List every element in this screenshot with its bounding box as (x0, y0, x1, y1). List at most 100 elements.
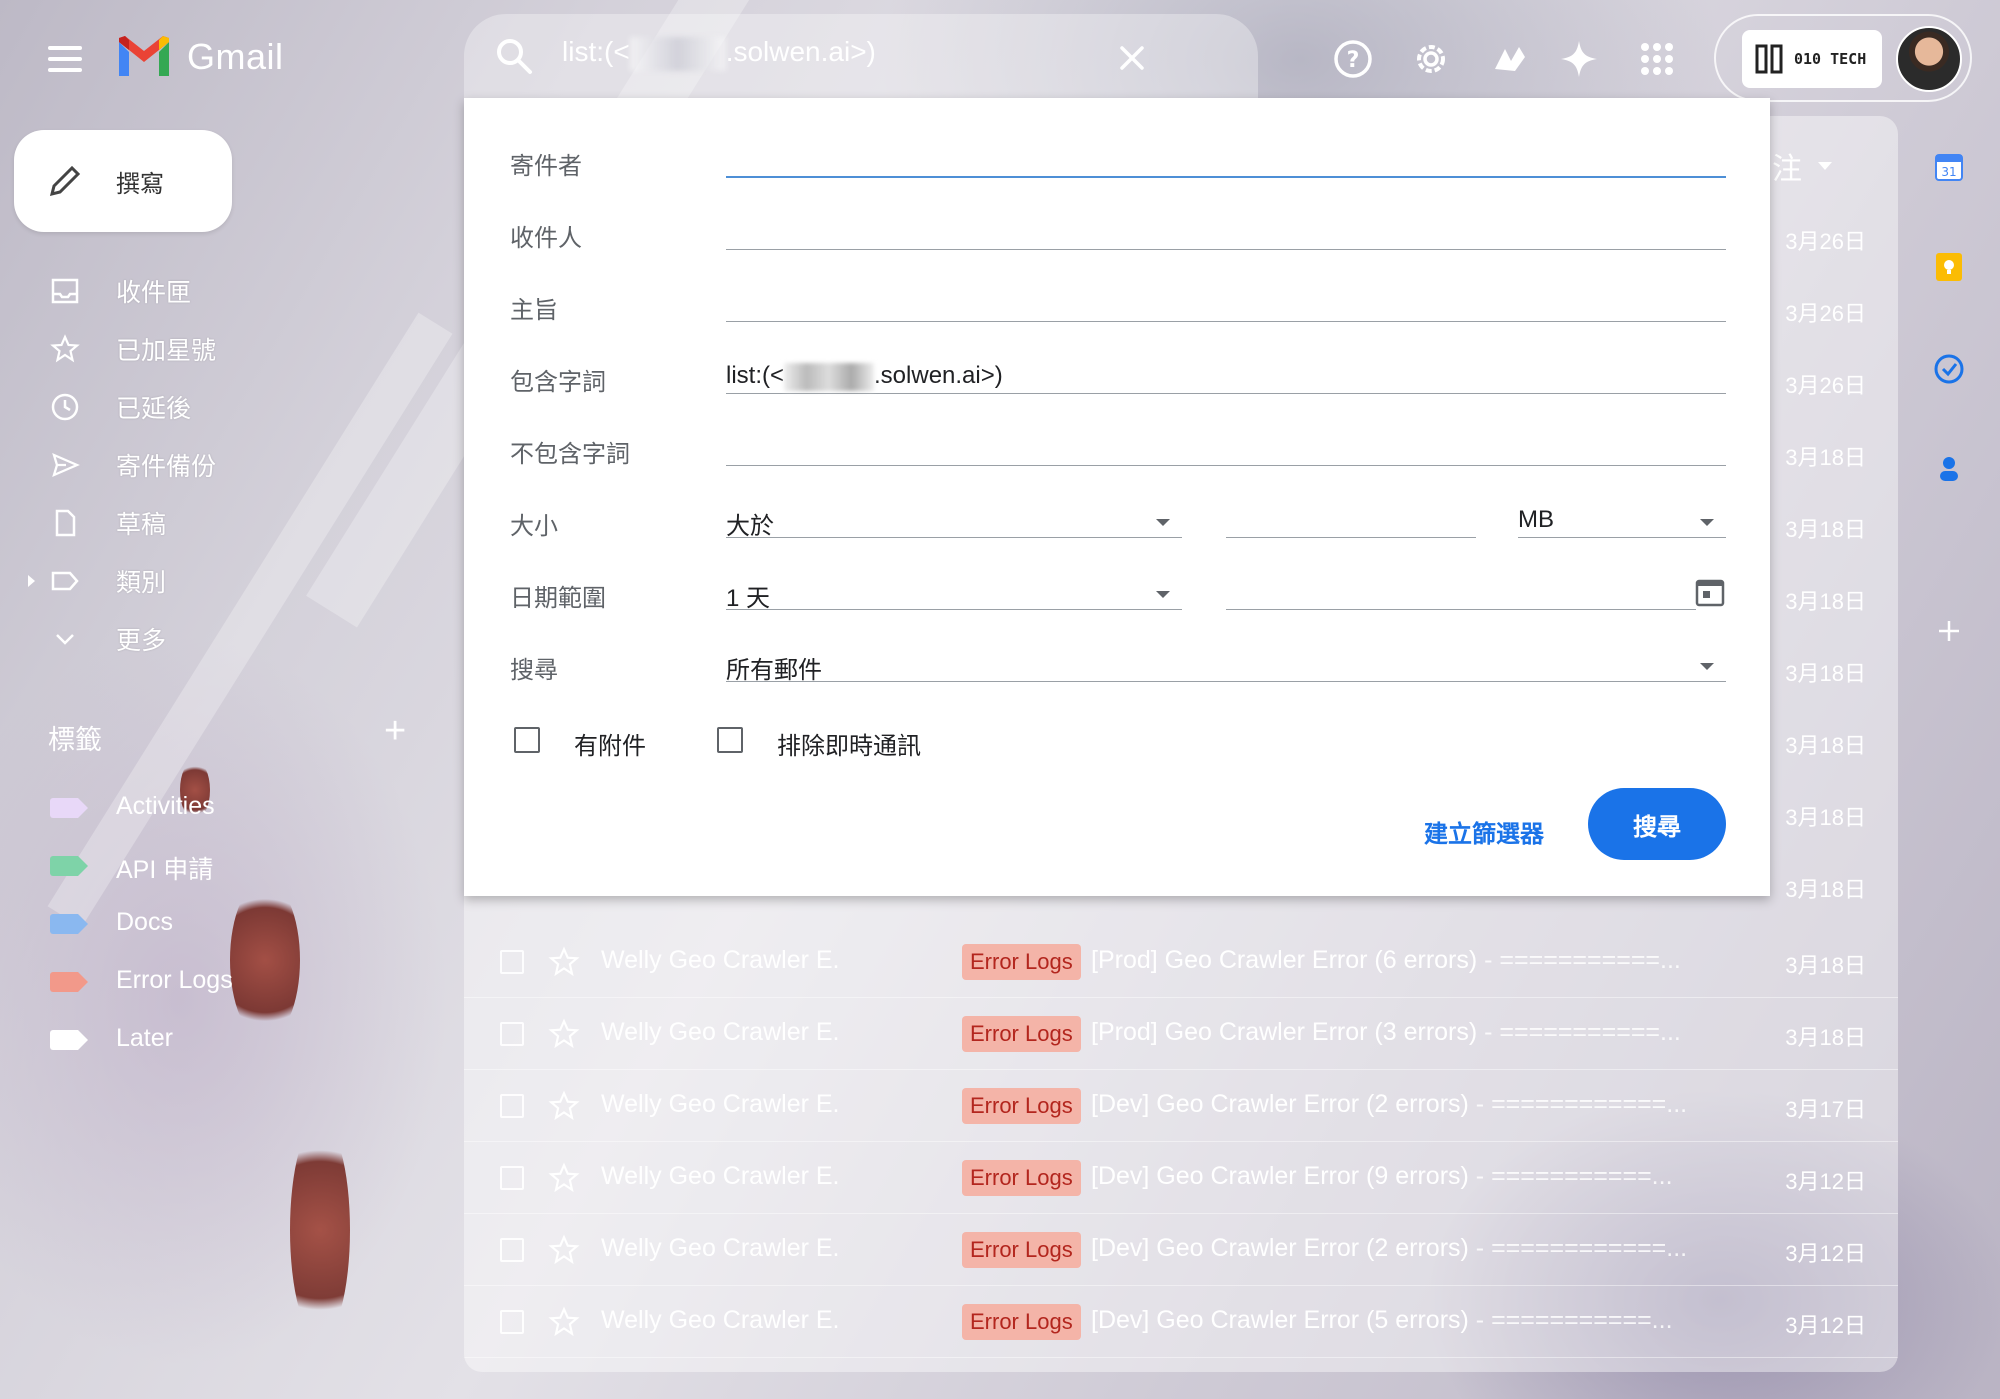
help-icon[interactable]: ? (1330, 36, 1376, 82)
label-item-later[interactable]: Later (0, 1012, 280, 1070)
label-item-api[interactable]: API 申請 (0, 838, 280, 896)
date-field[interactable] (1226, 578, 1696, 610)
calendar-icon[interactable]: 31 (1932, 150, 1966, 184)
to-field[interactable] (726, 218, 1726, 250)
star-icon[interactable] (548, 1090, 580, 1122)
row-checkbox[interactable] (500, 1166, 524, 1190)
exclude-chats-label: 排除即時通訊 (777, 733, 921, 760)
search-input[interactable]: list:(< .solwen.ai>) (562, 36, 876, 71)
row-snippet: - ===========... (1477, 946, 1681, 974)
table-row[interactable]: Welly Geo Crawler E. Error Logs [Dev] Ge… (464, 1214, 1898, 1286)
send-icon (52, 452, 80, 478)
create-filter-button[interactable]: 建立篩選器 (1424, 806, 1544, 856)
search-icon[interactable] (494, 36, 534, 76)
tasks-icon[interactable] (1932, 352, 1966, 386)
gmail-logo[interactable]: Gmail (115, 34, 284, 80)
avatar[interactable] (1896, 26, 1962, 92)
has-attachment-checkbox[interactable] (514, 727, 540, 753)
row-sender: Welly Geo Crawler E. (601, 1234, 840, 1262)
expand-caret-icon[interactable] (28, 575, 35, 587)
pencil-icon (49, 165, 81, 197)
has-words-value: list:(< .solwen.ai>) (726, 362, 1003, 391)
row-subject: [Dev] Geo Crawler Error (9 errors) - ===… (1091, 1162, 1673, 1191)
size-operator-select[interactable] (726, 506, 1182, 538)
sidebar-item-inbox[interactable]: 收件匣 (0, 262, 280, 320)
close-icon[interactable] (1112, 38, 1152, 78)
star-icon[interactable] (548, 1306, 580, 1338)
row-label-badge[interactable]: Error Logs (962, 1232, 1081, 1268)
row-date: 3月12日 (1785, 1313, 1866, 1338)
svg-text:?: ? (1347, 48, 1360, 73)
row-subject-text: [Dev] Geo Crawler Error (5 errors) (1091, 1306, 1469, 1334)
table-row[interactable]: Welly Geo Crawler E. Error Logs [Prod] G… (464, 926, 1898, 998)
row-subject-text: [Prod] Geo Crawler Error (3 errors) (1091, 1018, 1478, 1046)
size-value-field[interactable] (1226, 506, 1476, 538)
sidebar-item-label: 更多 (116, 627, 167, 655)
star-icon[interactable] (548, 1234, 580, 1266)
sidebar-item-drafts[interactable]: 草稿 (0, 494, 280, 552)
sidebar-item-snoozed[interactable]: 已延後 (0, 378, 280, 436)
org-name: 010 TECH (1794, 50, 1867, 68)
star-icon[interactable] (548, 1162, 580, 1194)
label-item-docs[interactable]: Docs (0, 896, 280, 954)
not-words-field[interactable] (726, 434, 1726, 466)
compose-button[interactable]: 撰寫 (14, 130, 232, 232)
org-badge[interactable]: 010 TECH (1742, 30, 1882, 88)
add-addon-icon[interactable] (1932, 614, 1966, 648)
inbox-icon (51, 278, 79, 304)
has-words-suffix: .solwen.ai>) (874, 362, 1003, 389)
compose-label: 撰寫 (116, 170, 164, 198)
label-item-error-logs[interactable]: Error Logs (0, 954, 280, 1012)
row-snippet: - ============... (1468, 1234, 1688, 1262)
date-range-select[interactable] (726, 578, 1182, 610)
account-switcher[interactable]: 010 TECH (1714, 14, 1972, 102)
row-label-badge[interactable]: Error Logs (962, 1160, 1081, 1196)
draft-icon (55, 509, 76, 537)
add-label-button[interactable]: + (384, 712, 406, 750)
main-menu-button[interactable] (42, 36, 88, 82)
gear-icon[interactable] (1408, 36, 1454, 82)
table-row[interactable]: Welly Geo Crawler E. Error Logs [Prod] G… (464, 998, 1898, 1070)
list-header-label: 注 (1772, 153, 1802, 186)
apps-grid-icon[interactable] (1634, 36, 1680, 82)
sidebar-item-more[interactable]: 更多 (0, 610, 280, 668)
search-bar[interactable]: list:(< .solwen.ai>) (464, 14, 1258, 98)
row-label-badge[interactable]: Error Logs (962, 944, 1081, 980)
row-checkbox[interactable] (500, 950, 524, 974)
sidebar-item-categories[interactable]: 類別 (0, 552, 280, 610)
star-icon[interactable] (548, 946, 580, 978)
contacts-icon[interactable] (1932, 452, 1966, 486)
search-in-select[interactable] (726, 650, 1726, 682)
row-label-badge[interactable]: Error Logs (962, 1088, 1081, 1124)
extension-icon[interactable] (1486, 36, 1532, 82)
row-label-badge[interactable]: Error Logs (962, 1304, 1081, 1340)
sparkle-icon[interactable] (1556, 36, 1602, 82)
label-list: Activities API 申請 Docs Error Logs Later (0, 780, 280, 1070)
caret-down-icon (1156, 519, 1170, 526)
keep-icon[interactable] (1932, 250, 1966, 284)
calendar-picker-icon[interactable] (1694, 576, 1726, 608)
row-snippet: - ===========... (1477, 1018, 1681, 1046)
list-header-right[interactable]: 注 (1772, 144, 1832, 188)
subject-field[interactable] (726, 290, 1726, 322)
row-checkbox[interactable] (500, 1310, 524, 1334)
row-checkbox[interactable] (500, 1094, 524, 1118)
row-label-badge[interactable]: Error Logs (962, 1016, 1081, 1052)
exclude-chats-checkbox[interactable] (717, 727, 743, 753)
sidebar-item-sent[interactable]: 寄件備份 (0, 436, 280, 494)
table-row[interactable]: Welly Geo Crawler E. Error Logs [Dev] Ge… (464, 1286, 1898, 1358)
row-date: 3月18日 (1785, 805, 1866, 830)
search-button[interactable]: 搜尋 (1588, 788, 1726, 860)
row-sender: Welly Geo Crawler E. (601, 1162, 840, 1190)
label-color-icon (50, 972, 88, 992)
table-row[interactable]: Welly Geo Crawler E. Error Logs [Dev] Ge… (464, 1070, 1898, 1142)
sidebar-item-starred[interactable]: 已加星號 (0, 320, 280, 378)
row-checkbox[interactable] (500, 1022, 524, 1046)
star-icon[interactable] (548, 1018, 580, 1050)
label-item-activities[interactable]: Activities (0, 780, 280, 838)
gmail-m-icon (119, 36, 169, 76)
table-row[interactable]: Welly Geo Crawler E. Error Logs [Dev] Ge… (464, 1142, 1898, 1214)
row-checkbox[interactable] (500, 1238, 524, 1262)
from-field[interactable] (726, 148, 1726, 178)
search-in-value: 所有郵件 (726, 657, 822, 684)
